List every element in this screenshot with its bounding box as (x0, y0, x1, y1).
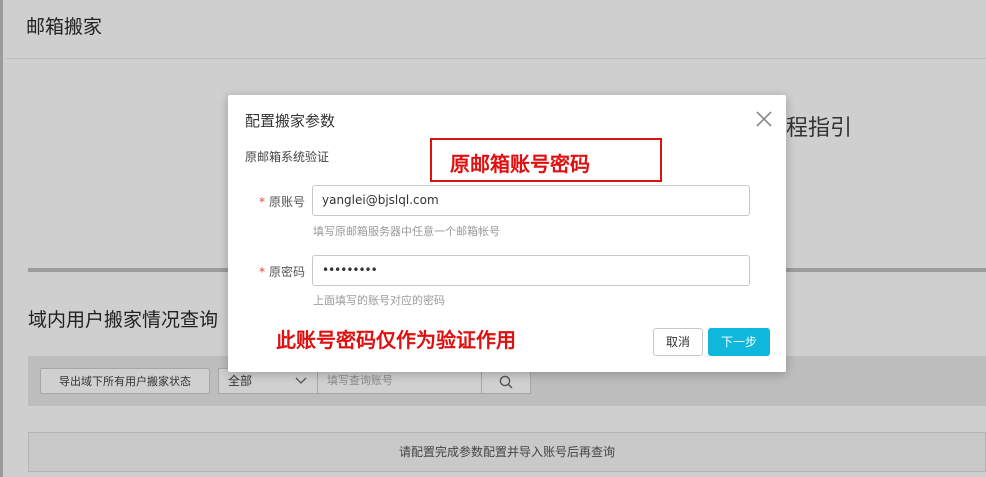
section-label: 原邮箱系统验证 (245, 150, 330, 164)
cancel-button[interactable]: 取消 (653, 328, 703, 356)
password-field[interactable]: ••••••••• (312, 255, 750, 286)
account-label: * 原账号 (245, 193, 305, 210)
required-mark: * (258, 195, 265, 209)
dialog-title: 配置搬家参数 (245, 112, 336, 130)
next-step-button[interactable]: 下一步 (708, 328, 770, 356)
password-label: * 原密码 (245, 263, 305, 280)
close-icon (756, 111, 772, 127)
required-mark: * (258, 265, 265, 279)
annotation-note: 此账号密码仅作为验证作用 (276, 328, 516, 352)
password-hint: 上面填写的账号对应的密码 (313, 294, 445, 307)
account-hint: 填写原邮箱服务器中任意一个邮箱帐号 (313, 225, 500, 238)
account-field[interactable]: yanglei@bjslql.com (312, 185, 750, 216)
account-label-text: 原账号 (268, 195, 305, 209)
annotation-box-text: 原邮箱账号密码 (450, 152, 590, 176)
close-button[interactable] (754, 109, 774, 129)
password-label-text: 原密码 (268, 265, 305, 279)
annotation-box: 原邮箱账号密码 (430, 138, 662, 182)
